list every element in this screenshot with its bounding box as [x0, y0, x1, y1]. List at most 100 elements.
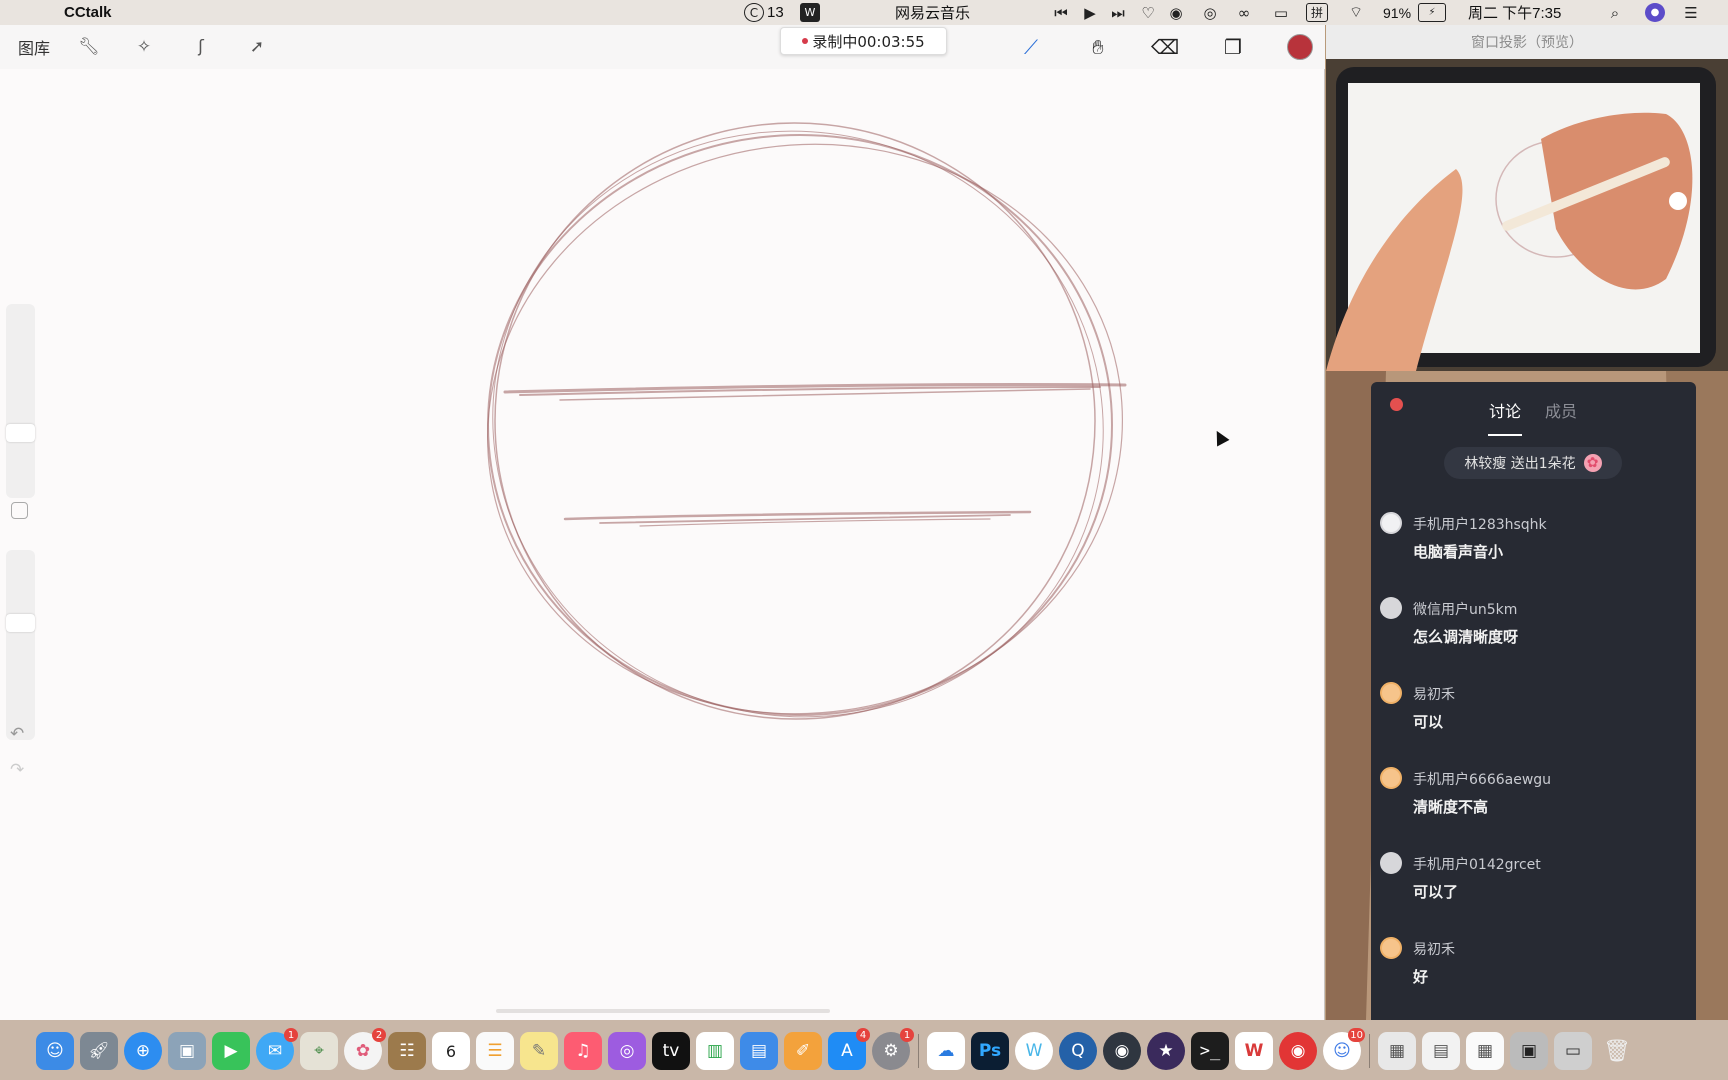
cctalk-icon[interactable]: ☺ 10 — [1323, 1028, 1365, 1070]
creative-cloud-icon[interactable]: ∞ — [1233, 3, 1255, 22]
gallery-button[interactable]: 图库 — [18, 25, 50, 69]
tab-discussion[interactable]: 讨论 — [1489, 398, 1521, 422]
recording-indicator[interactable]: 录制中00:03:55 — [780, 27, 947, 55]
avatar[interactable] — [1380, 852, 1402, 874]
gift-notification: 林较瘦 送出1朵花 ✿ — [1444, 447, 1622, 479]
obs-icon[interactable]: ◉ — [1103, 1032, 1141, 1070]
wps-menu-icon[interactable]: W — [800, 3, 820, 22]
quicktime-icon[interactable]: Q — [1059, 1032, 1097, 1070]
netease-music-icon[interactable]: ◉ — [1279, 1032, 1317, 1070]
dock-separator — [918, 1034, 919, 1068]
magic-wand-icon[interactable]: ✧ — [133, 25, 155, 69]
apple-tv-icon[interactable]: tv — [652, 1032, 690, 1070]
cc-status-icon[interactable]: C — [744, 3, 764, 22]
minimized-window-thumbnail[interactable]: ▦ — [1466, 1032, 1504, 1070]
menubar-clock[interactable]: 周二 下午7:35 — [1468, 0, 1561, 25]
message-author[interactable]: 易初禾 — [1413, 939, 1455, 959]
notes-icon[interactable]: ✎ — [520, 1032, 558, 1070]
wrench-icon[interactable]: 🔧︎ — [78, 25, 100, 69]
tab-members[interactable]: 成员 — [1545, 398, 1577, 422]
eraser-icon[interactable]: ⌫ — [1150, 25, 1180, 69]
avatar[interactable] — [1380, 682, 1402, 704]
play-icon[interactable]: ▶ — [1082, 3, 1098, 22]
selection-icon[interactable]: ʃ — [190, 25, 212, 69]
siri-icon[interactable]: ● — [1645, 3, 1665, 22]
opacity-slider[interactable] — [6, 550, 35, 740]
procreate-canvas-window: 图库 🔧︎ ✧ ʃ ➚ ⟋ ✋︎ ⌫ ❐ 录制中00:03:55 ↶ ↷ — [0, 25, 1325, 1020]
minimized-window-thumbnail[interactable]: ▤ — [1422, 1032, 1460, 1070]
active-app-name[interactable]: CCtalk — [64, 4, 112, 21]
avatar[interactable] — [1380, 937, 1402, 959]
music-icon[interactable]: ♫ — [564, 1032, 602, 1070]
calendar-icon[interactable]: 6 — [432, 1032, 470, 1070]
color-swatch[interactable] — [1286, 25, 1314, 69]
netease-icon[interactable]: ◉ — [1166, 3, 1186, 22]
avatar[interactable] — [1380, 767, 1402, 789]
baidu-netdisk-icon[interactable]: ☁ — [927, 1032, 965, 1070]
message-author[interactable]: 手机用户1283hsqhk — [1413, 514, 1547, 534]
home-indicator — [496, 1009, 830, 1013]
window-projection-header: 窗口投影（预览） — [1326, 25, 1728, 59]
message-author[interactable]: 手机用户0142grcet — [1413, 854, 1541, 874]
aperture-icon[interactable]: ◎ — [1200, 3, 1220, 22]
control-center-icon[interactable]: ☰ — [1680, 3, 1702, 22]
menubar-music-title[interactable]: 网易云音乐 — [895, 0, 970, 25]
recording-dot-icon — [802, 38, 809, 44]
photoshop-icon[interactable]: Ps — [971, 1032, 1009, 1070]
smudge-icon[interactable]: ✋︎ — [1083, 25, 1113, 69]
layers-icon[interactable]: ❐ — [1218, 25, 1248, 69]
system-preferences-icon[interactable]: ⚙ 1 — [872, 1028, 914, 1070]
battery-icon[interactable]: ⚡ — [1418, 3, 1446, 22]
wechat-work-icon[interactable]: W — [1015, 1032, 1053, 1070]
minimized-window-thumbnail[interactable]: ▦ — [1378, 1032, 1416, 1070]
message-text: 怎么调清晰度呀 — [1413, 628, 1519, 646]
numbers-icon[interactable]: ▥ — [696, 1032, 734, 1070]
redo-icon[interactable]: ↷ — [10, 759, 24, 781]
brush-size-slider[interactable] — [6, 304, 35, 498]
wifi-icon[interactable]: ⌔ — [1343, 3, 1369, 22]
photos-badge: 2 — [372, 1028, 386, 1042]
heart-icon[interactable]: ♡ — [1139, 3, 1157, 22]
undo-icon[interactable]: ↶ — [10, 723, 24, 745]
reminders-icon[interactable]: ☰ — [476, 1032, 514, 1070]
brush-icon[interactable]: ⟋ — [1016, 25, 1046, 69]
display-icon[interactable]: ▭ — [1270, 3, 1292, 22]
message-author[interactable]: 易初禾 — [1413, 684, 1455, 704]
app-store-icon[interactable]: A4 — [828, 1028, 870, 1070]
camera-preview — [1326, 59, 1728, 371]
photos-icon[interactable]: ✿ 2 — [344, 1028, 386, 1070]
message-author[interactable]: 手机用户6666aewgu — [1413, 769, 1551, 789]
avatar[interactable] — [1380, 512, 1402, 534]
avatar[interactable] — [1380, 597, 1402, 619]
podcasts-icon[interactable]: ◎ — [608, 1032, 646, 1070]
transform-arrow-icon[interactable]: ➚ — [246, 25, 268, 69]
maps-icon[interactable]: ⌖ — [300, 1032, 338, 1070]
messages-icon[interactable]: ✉ 1 — [256, 1028, 298, 1070]
brush-size-knob[interactable] — [6, 424, 35, 442]
winrar-icon[interactable]: ★ — [1147, 1032, 1185, 1070]
safari-icon[interactable]: ⊕ — [124, 1032, 162, 1070]
pages-icon[interactable]: ✐ — [784, 1032, 822, 1070]
terminal-icon[interactable]: >_ — [1191, 1032, 1229, 1070]
previous-track-icon[interactable]: ⏮ — [1053, 3, 1069, 22]
minimized-window-thumbnail[interactable]: ▣ — [1510, 1032, 1548, 1070]
facetime-icon[interactable]: ▶ — [212, 1032, 250, 1070]
close-icon[interactable] — [1390, 398, 1403, 411]
spotlight-search-icon[interactable]: ⌕ — [1606, 3, 1624, 22]
next-track-icon[interactable]: ⏭ — [1110, 3, 1126, 22]
preview-icon[interactable]: ▣ — [168, 1032, 206, 1070]
opacity-knob[interactable] — [6, 614, 35, 632]
contacts-icon[interactable]: ☷ — [388, 1032, 426, 1070]
calendar-day: 6 — [445, 1041, 457, 1061]
modify-button[interactable] — [11, 502, 28, 519]
message-author[interactable]: 微信用户un5km — [1413, 599, 1517, 619]
wps-icon[interactable]: W — [1235, 1032, 1273, 1070]
launchpad-icon[interactable]: 🚀︎ — [80, 1032, 118, 1070]
dock: ☺ 🚀︎ ⊕ ▣ ▶ ✉ 1 ⌖ ✿ 2 ☷ 6 ☰ ✎ ♫ ◎ tv ▥ ▤ ✐ … — [36, 1026, 1692, 1076]
keynote-icon[interactable]: ▤ — [740, 1032, 778, 1070]
minimized-window-thumbnail[interactable]: ▭ — [1554, 1032, 1592, 1070]
trash-icon[interactable]: 🗑︎ — [1598, 1032, 1636, 1070]
cctalk-badge: 10 — [1348, 1028, 1365, 1042]
ime-icon[interactable]: 拼 — [1306, 3, 1328, 22]
finder-icon[interactable]: ☺ — [36, 1032, 74, 1070]
